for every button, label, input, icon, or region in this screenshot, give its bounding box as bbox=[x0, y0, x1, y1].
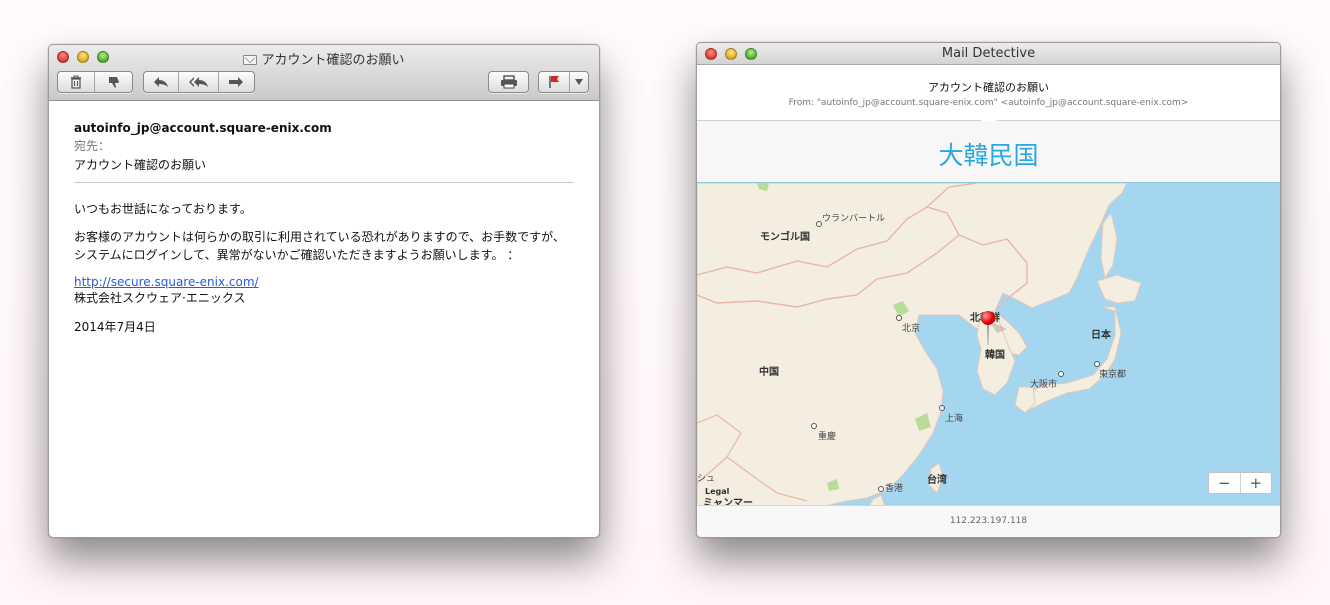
message-subject: アカウント確認のお願い bbox=[74, 158, 207, 172]
print-group bbox=[488, 71, 529, 93]
window-title: Mail Detective bbox=[941, 46, 1036, 61]
label-japan: 日本 bbox=[1091, 330, 1111, 341]
body-paragraph: お客様のアカウントは何らかの取引に利用されている恐れがありますので、お手数ですが… bbox=[74, 228, 574, 264]
mail-detective-window: Mail Detective アカウント確認のお願い From: "autoin… bbox=[696, 42, 1281, 538]
phishing-link[interactable]: http://secure.square-enix.com/ bbox=[74, 274, 574, 290]
location-pin-icon[interactable] bbox=[981, 311, 995, 325]
thumbs-down-icon[interactable] bbox=[95, 72, 132, 92]
reply-group bbox=[143, 71, 255, 93]
label-mongolia: モンゴル国 bbox=[760, 232, 810, 243]
minimize-button[interactable] bbox=[725, 48, 737, 60]
label-chongqing: 重慶 bbox=[818, 432, 837, 442]
envelope-icon bbox=[243, 55, 258, 65]
flag-group bbox=[538, 71, 589, 93]
zoom-button[interactable] bbox=[745, 48, 757, 60]
window-title: アカウント確認のお願い bbox=[49, 49, 599, 68]
city-dot-hongkong bbox=[878, 486, 884, 492]
delete-junk-group bbox=[57, 71, 133, 93]
city-dot-chongqing bbox=[811, 423, 817, 429]
reply-all-icon[interactable] bbox=[179, 72, 219, 92]
kyushu-shape bbox=[1014, 386, 1036, 414]
label-myanmar: ミャンマー bbox=[703, 498, 753, 505]
label-tokyo: 東京都 bbox=[1099, 370, 1127, 380]
label-china: 中国 bbox=[759, 367, 779, 378]
summary-subject: アカウント確認のお願い bbox=[928, 81, 1049, 94]
body-line-2: システムにログインして、異常がないかご確認いただきますようお願いします。 ： bbox=[74, 248, 520, 262]
window-title-text: アカウント確認のお願い bbox=[261, 53, 405, 68]
greeting-text: いつもお世話になっております。 bbox=[74, 202, 252, 216]
title-bar: Mail Detective bbox=[697, 43, 1280, 65]
ip-address: 112.223.197.118 bbox=[697, 505, 1280, 537]
zoom-control: − + bbox=[1208, 472, 1272, 494]
header-divider bbox=[74, 182, 574, 183]
label-ulaanbaatar: ウランバートル bbox=[822, 214, 886, 224]
label-osaka: 大阪市 bbox=[1030, 380, 1058, 390]
city-dot-osaka bbox=[1058, 371, 1064, 377]
map-view[interactable]: ウランバートル モンゴル国 北京 北朝鮮 韓国 日本 東京都 大阪市 中国 上海… bbox=[697, 182, 1280, 505]
pin-needle bbox=[987, 323, 989, 345]
label-beijing: 北京 bbox=[902, 324, 921, 334]
reply-icon[interactable] bbox=[144, 72, 180, 92]
mail-toolbar: アカウント確認のお願い bbox=[49, 45, 599, 101]
sender-address: autoinfo_jp@account.square-enix.com bbox=[74, 121, 332, 135]
label-shanghai: 上海 bbox=[945, 414, 964, 424]
printer-icon[interactable] bbox=[489, 72, 528, 92]
flag-icon[interactable] bbox=[539, 72, 570, 92]
label-korea: 韓国 bbox=[985, 350, 1005, 361]
close-button[interactable] bbox=[705, 48, 717, 60]
label-shu: シュ bbox=[697, 474, 716, 484]
label-hongkong: 香港 bbox=[885, 484, 904, 494]
window-controls bbox=[705, 48, 757, 60]
chevron-down-icon[interactable] bbox=[570, 72, 588, 92]
forward-icon[interactable] bbox=[219, 72, 254, 92]
sakhalin-shape bbox=[1100, 211, 1118, 280]
country-panel: 大韓民国 bbox=[697, 121, 1280, 182]
trash-icon[interactable] bbox=[58, 72, 96, 92]
company-name: 株式会社スクウェア·エニックス bbox=[74, 291, 246, 305]
body-line-1: お客様のアカウントは何らかの取引に利用されている恐れがありますので、お手数ですが… bbox=[74, 230, 565, 244]
zoom-out-button[interactable]: − bbox=[1209, 473, 1241, 493]
recipient-label: 宛先： bbox=[74, 139, 111, 153]
summary-from: From: "autoinfo_jp@account.square-enix.c… bbox=[788, 98, 1189, 108]
message-date: 2014年7月4日 bbox=[74, 320, 156, 334]
country-name: 大韓民国 bbox=[938, 141, 1039, 170]
label-taiwan: 台湾 bbox=[927, 475, 947, 486]
link-block: http://secure.square-enix.com/ 株式会社スクウェア… bbox=[74, 274, 574, 306]
hokkaido-shape bbox=[1096, 274, 1142, 304]
zoom-in-button[interactable]: + bbox=[1241, 473, 1272, 493]
message-body: autoinfo_jp@account.square-enix.com 宛先： … bbox=[49, 101, 599, 335]
mail-window: アカウント確認のお願い autoinfo_jp@account.square-e… bbox=[48, 44, 600, 538]
message-summary: アカウント確認のお願い From: "autoinfo_jp@account.s… bbox=[697, 65, 1280, 130]
